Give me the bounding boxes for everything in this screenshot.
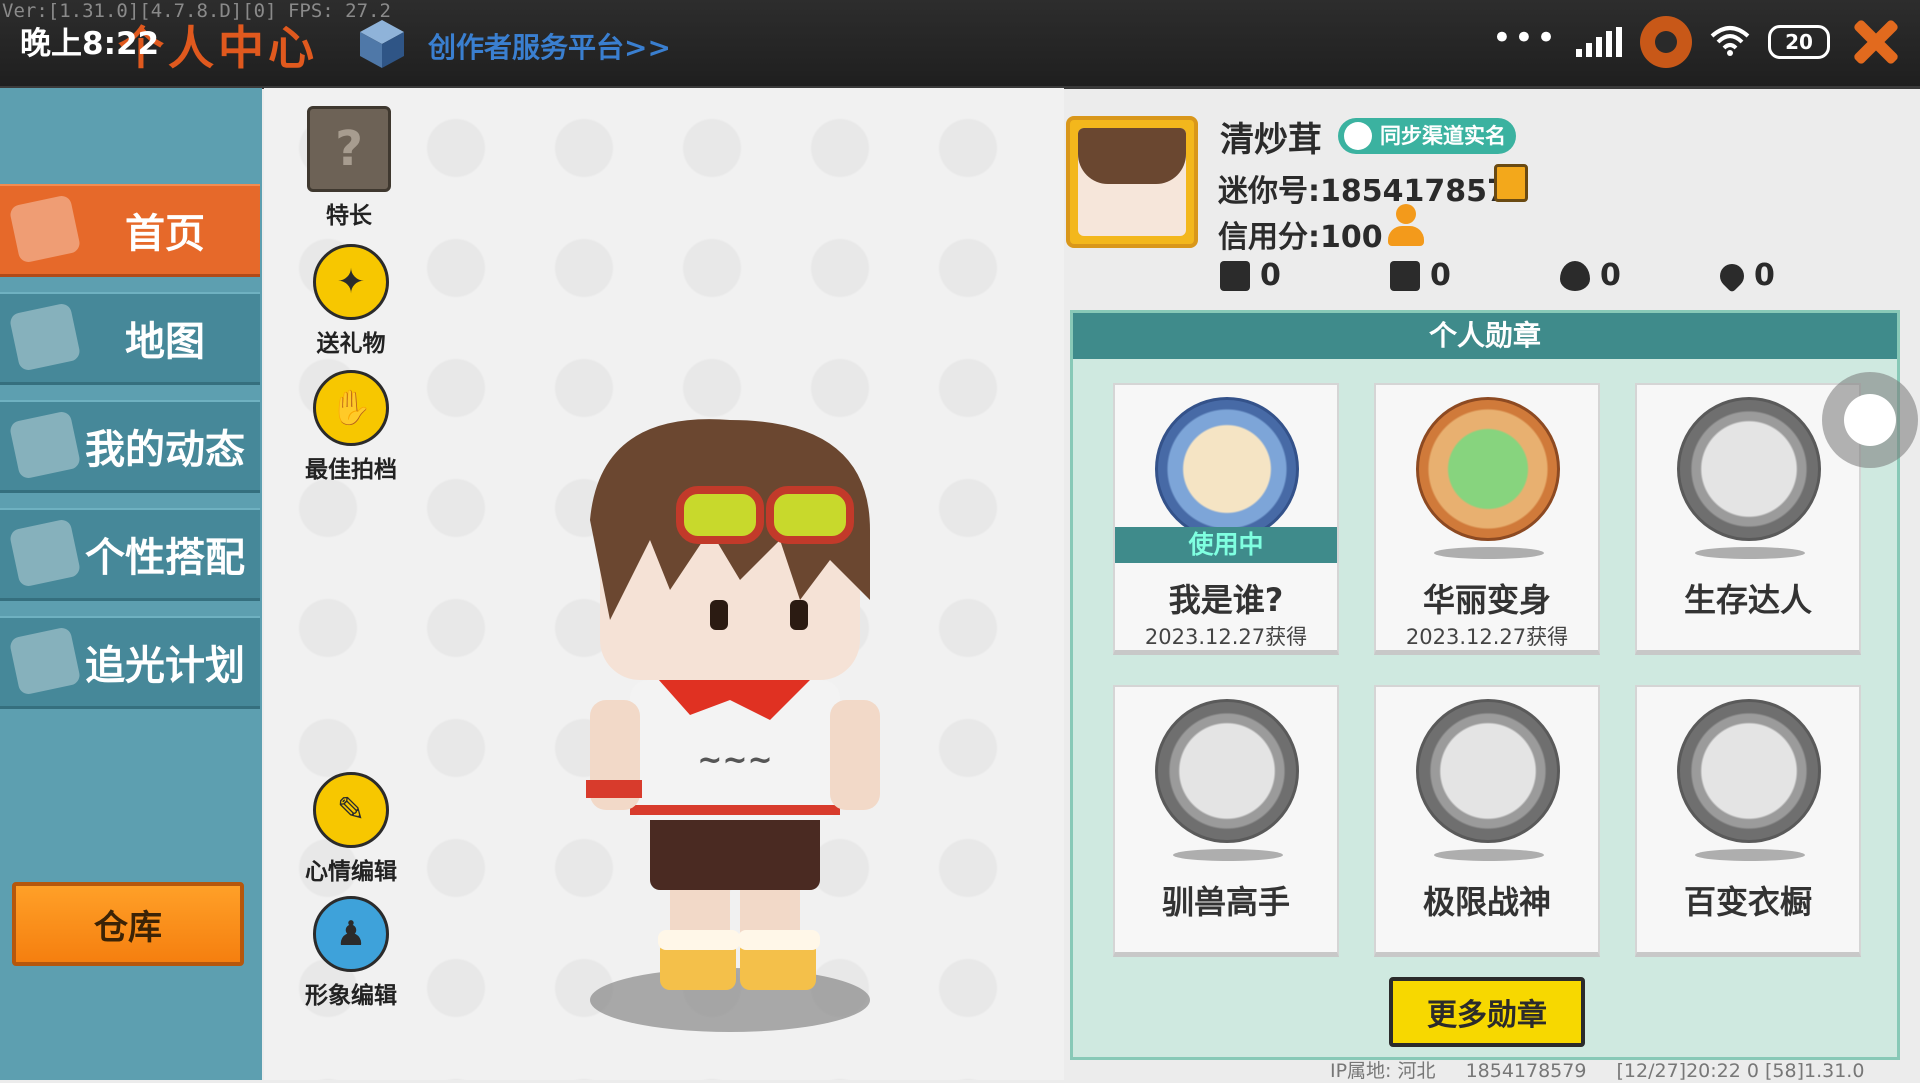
fire-icon [1560,260,1590,291]
bell-icon [8,410,82,480]
outfit-shirt-icon: ♟ [313,896,389,972]
sidebar-item-label: 我的动态 [85,427,245,473]
close-icon[interactable] [1848,15,1902,69]
map-icon [8,302,82,372]
warehouse-button[interactable]: 仓库 [12,882,244,966]
best-partner-label: 最佳拍档 [305,457,397,483]
stat-fire-value: 0 [1600,258,1621,293]
gift-icon: ✦ [313,244,389,320]
credit-person-icon[interactable] [1386,204,1426,248]
footer-uid: 1854178579 [1465,1060,1587,1082]
stat-hearts[interactable]: 0 [1715,258,1775,293]
mini-id: 迷你号:1854178579 [1218,174,1529,209]
specialty-label: 特长 [326,203,372,229]
sidebar-item-label: 追光计划 [85,643,245,689]
send-gift-label: 送礼物 [316,331,386,357]
sidebar-item-label: 地图 [125,319,205,365]
medal-card[interactable]: 驯兽高手 [1113,685,1339,957]
signal-icon [1576,27,1622,57]
creator-platform-link[interactable]: 创作者服务平台>> [428,26,671,66]
more-dots-icon: ••• [1491,18,1558,58]
medal-date: 2023.12.27获得 [1405,625,1569,649]
sidebar: 首页 地图 我的动态 个性搭配 追光计划 仓库 [0,88,262,1080]
sidebar-item-label: 首页 [125,211,205,257]
mood-edit-button[interactable]: ✎ 心情编辑 [296,772,406,886]
medal-name: 华丽变身 [1422,581,1551,619]
medal-name: 生存达人 [1683,581,1812,619]
sidebar-item-home[interactable]: 首页 [0,184,260,277]
settings-gear-icon[interactable] [1640,16,1692,68]
stat-trophy-value: 0 [1430,258,1451,293]
top-bar: Ver:[1.31.0][4.7.8.D][0] FPS: 27.2 个人中心 … [0,0,1920,89]
medal-survival-icon [1677,397,1821,541]
medal-panel-title: 个人勋章 [1073,313,1897,359]
footer-info: IP属地: 河北 1854178579 [12/27]20:22 0 [58]1… [1330,1056,1888,1083]
trophy-icon [1390,260,1420,291]
player-avatar-3d[interactable]: ~~~ [540,400,900,1040]
home-icon [8,194,82,264]
sidebar-item-label: 个性搭配 [85,535,245,581]
medal-name: 我是谁? [1168,581,1284,619]
copy-id-icon[interactable] [1494,164,1528,202]
medal-transform-icon [1416,397,1560,541]
creator-cube-icon[interactable] [358,18,406,70]
stat-popularity[interactable]: 0 [1560,258,1621,293]
status-time: 晚上8:22 [20,26,160,62]
wifi-icon [1710,24,1750,60]
medal-card[interactable]: 华丽变身 2023.12.27获得 [1374,383,1600,655]
plus-box-icon [1220,260,1250,291]
medal-name: 驯兽高手 [1161,883,1290,921]
medal-card[interactable]: 极限战神 [1374,685,1600,957]
floating-assist-ball[interactable] [1822,372,1918,468]
status-icons: ••• 20 [1492,14,1902,70]
svg-text:~~~: ~~~ [697,743,772,778]
medal-whoami-icon [1155,397,1299,541]
footer-stamp: [12/27]20:22 0 [58]1.31.0 [1616,1060,1865,1082]
realname-sync-badge[interactable]: 同步渠道实名 [1338,118,1516,154]
edit-icon: ✎ [313,772,389,848]
player-nickname: 清炒茸 [1220,120,1322,160]
ip-location: IP属地: 河北 [1330,1060,1436,1082]
specialty-button[interactable]: ? 特长 [294,106,404,230]
profile-avatar[interactable] [1066,116,1198,248]
send-gift-button[interactable]: ✦ 送礼物 [296,244,406,358]
stat-likes[interactable]: 0 [1220,258,1281,293]
medal-card[interactable]: 百变衣橱 [1635,685,1861,957]
appearance-edit-button[interactable]: ♟ 形象编辑 [296,896,406,1010]
credit-score: 信用分:100 [1218,220,1383,255]
stat-heart-value: 0 [1754,258,1775,293]
question-mark-icon: ? [307,106,391,192]
stat-trophy[interactable]: 0 [1390,258,1451,293]
best-partner-button[interactable]: ✋ 最佳拍档 [296,370,406,484]
medal-date: 2023.12.27获得 [1144,625,1308,649]
outfit-icon [8,518,82,588]
medal-wardrobe-icon [1677,699,1821,843]
medal-card[interactable]: 使用中 我是谁? 2023.12.27获得 [1113,383,1339,655]
handshake-icon: ✋ [313,370,389,446]
more-medals-button[interactable]: 更多勋章 [1389,977,1585,1047]
medal-name: 百变衣橱 [1683,883,1812,921]
sidebar-item-lightchase[interactable]: 追光计划 [0,616,260,709]
medal-panel: 个人勋章 使用中 我是谁? 2023.12.27获得 华丽变身 2023.12.… [1070,310,1900,1060]
mood-edit-label: 心情编辑 [305,859,397,885]
sidebar-item-outfit[interactable]: 个性搭配 [0,508,260,601]
avatar-face [1078,128,1186,236]
medal-in-use-tag: 使用中 [1115,527,1337,563]
medal-boss-icon [1416,699,1560,843]
profile-stats: 0 0 0 0 [1220,258,1900,302]
medal-tamer-icon [1155,699,1299,843]
stat-likes-value: 0 [1260,258,1281,293]
sidebar-item-map[interactable]: 地图 [0,292,260,385]
battery-icon: 20 [1768,25,1830,59]
medal-name: 极限战神 [1422,883,1551,921]
appearance-edit-label: 形象编辑 [305,983,397,1009]
camera-icon [8,626,82,696]
sidebar-item-feed[interactable]: 我的动态 [0,400,260,493]
heart-icon [1715,258,1749,293]
